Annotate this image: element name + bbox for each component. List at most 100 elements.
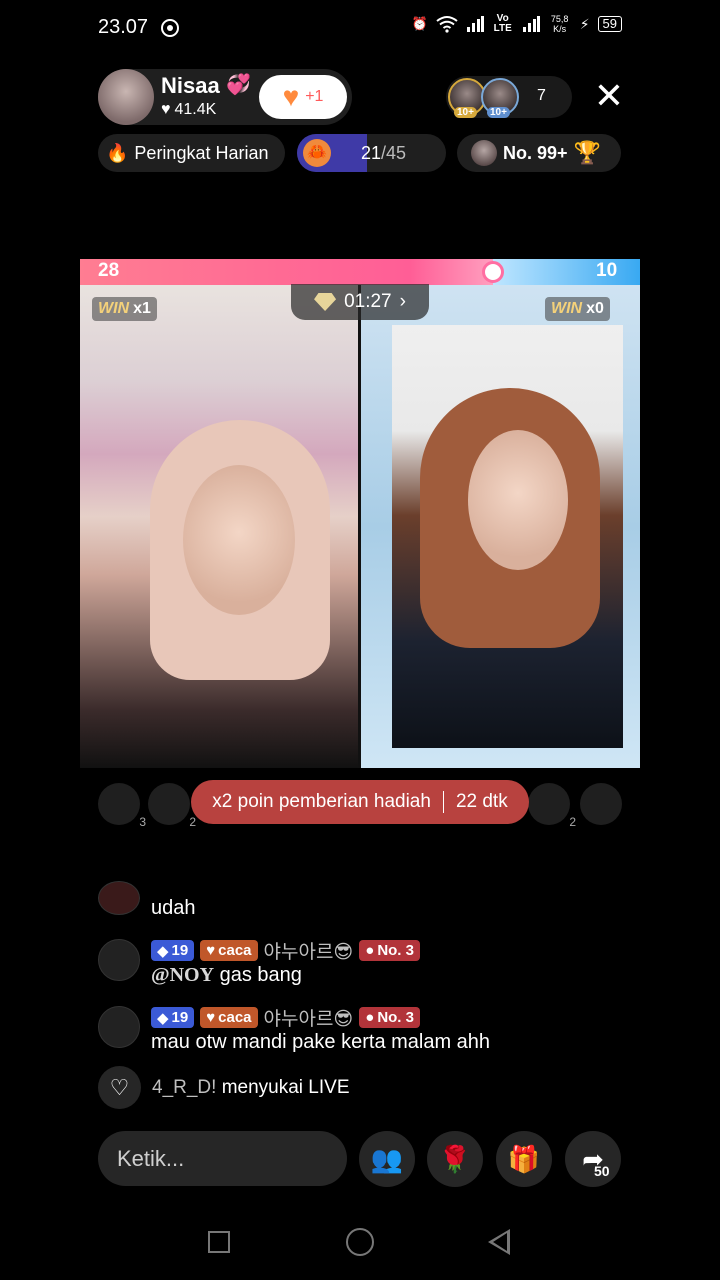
level-value: 19 [171, 1009, 189, 1026]
chat-username[interactable]: 야누아르😎 [264, 937, 354, 964]
goal-progress-chip[interactable]: 🦀 21/45 [297, 134, 446, 172]
chat-username[interactable]: 야누아르😎 [264, 1004, 354, 1031]
diamond-icon: ◆ [157, 942, 169, 960]
battle-timer[interactable]: 01:27 › [291, 284, 429, 320]
multiplier-countdown: 22 dtk [455, 791, 508, 812]
level-badge: ◆ 19 [151, 1007, 195, 1028]
host-name: Nisaa [161, 73, 220, 98]
multiplier-text: x2 poin pemberian hadiah [212, 791, 431, 812]
comment-input[interactable]: Ketik... [98, 1131, 347, 1186]
goal-icon: 🦀 [303, 139, 331, 167]
ranking-chip[interactable]: No. 99+ 🏆 [457, 134, 621, 172]
signal-icon [466, 16, 484, 32]
users-icon: 👥 [370, 1143, 404, 1174]
daily-rank-chip[interactable]: 🔥 Peringkat Harian [98, 134, 285, 172]
chat-avatar[interactable] [98, 881, 140, 915]
gifter-avatar-right-2[interactable] [580, 783, 622, 825]
chevron-right-icon: › [399, 291, 406, 312]
gifter-avatar-left-1[interactable]: 3 [98, 783, 146, 829]
right-win-badge: WIN x0 [545, 297, 610, 321]
heart-icon: ♥ [206, 1009, 216, 1026]
recents-button[interactable] [208, 1231, 230, 1253]
rank-value: No. 3 [377, 942, 414, 959]
heart-icon: ♥ [161, 101, 171, 118]
viewer-badge-2: 10+ [487, 107, 510, 118]
host-avatar[interactable] [98, 69, 154, 125]
host-likes-count: 41.4K [174, 101, 217, 118]
status-icons: ⏰ Vo LTE 75,8 K/s ⚡ 59 [411, 13, 622, 34]
network-type: Vo LTE [493, 13, 512, 34]
chat-meta: ◆ 19 ♥ caca 야누아르😎 ● No. 3 [151, 1004, 420, 1031]
right-win-label: WIN [551, 300, 583, 317]
daily-rank-label: Peringkat Harian [134, 142, 269, 163]
host-video-face [183, 465, 295, 615]
gift-icon: 🎁 [507, 1143, 541, 1174]
trophy-icon: 🏆 [573, 140, 601, 165]
top-viewer-avatar-2[interactable]: 10+ [481, 78, 519, 118]
video-divider [358, 285, 361, 768]
back-button[interactable] [488, 1229, 510, 1255]
signal-2-icon [522, 16, 540, 32]
heart-icon: ♥ [206, 942, 216, 959]
battle-score-marker [482, 261, 504, 283]
chat-mention[interactable]: @NOY [151, 964, 214, 986]
heart-outline-icon: ♡ [98, 1066, 141, 1109]
host-name-emoji: 💞 [226, 74, 251, 96]
follow-button[interactable]: ♥ +1 [259, 75, 347, 119]
chat-message-text: udah [151, 897, 196, 919]
medal-icon: ● [365, 942, 375, 959]
charging-icon: ⚡ [579, 15, 590, 32]
rank-badge: ● No. 3 [359, 940, 420, 961]
like-event-text: menyukai LIVE [221, 1076, 350, 1098]
ranking-label: No. 99+ [503, 142, 568, 163]
diamond-icon: ◆ [157, 1009, 169, 1027]
screen-record-icon [161, 19, 179, 37]
follow-plus-label: +1 [305, 88, 324, 105]
close-button[interactable]: ✕ [592, 78, 626, 114]
chat-meta: ◆ 19 ♥ caca 야누아르😎 ● No. 3 [151, 937, 420, 964]
gifter-rank: 2 [189, 815, 196, 829]
network-speed: 75,8 K/s [550, 14, 569, 34]
battle-score-right-fill [493, 259, 640, 285]
medal-icon: ● [365, 1009, 375, 1026]
chat-avatar[interactable] [98, 939, 140, 981]
rose-gift-button[interactable]: 🌹 [427, 1131, 483, 1187]
share-count: 50 [594, 1163, 610, 1179]
gifter-rank: 2 [569, 815, 576, 829]
alarm-icon: ⏰ [411, 16, 428, 31]
level-value: 19 [171, 942, 189, 959]
fan-club-badge: ♥ caca [200, 1007, 258, 1028]
opponent-video-face [468, 430, 568, 570]
like-event: ♡ 4_R_D! menyukai LIVE [98, 1066, 350, 1109]
battle-left-score: 28 [98, 260, 120, 281]
viewer-badge-1: 10+ [454, 107, 477, 118]
rank-badge: ● No. 3 [359, 1007, 420, 1028]
chat-message-body: gas bang [214, 964, 302, 986]
status-time: 23.07 [98, 16, 149, 38]
wifi-icon [436, 16, 458, 33]
chat-message-text: @NOY gas bang [151, 964, 302, 987]
battle-timer-value: 01:27 [344, 291, 392, 312]
home-button[interactable] [346, 1228, 374, 1256]
host-likes: ♥ 41.4K [161, 101, 216, 119]
gift-button[interactable]: 🎁 [496, 1131, 552, 1187]
co-host-button[interactable]: 👥 [359, 1131, 415, 1187]
heart-icon: ♥ [282, 81, 300, 112]
left-win-count: x1 [133, 300, 151, 317]
right-win-count: x0 [586, 300, 604, 317]
level-badge: ◆ 19 [151, 940, 195, 961]
chat-avatar[interactable] [98, 1006, 140, 1048]
gifter-avatar-left-2[interactable]: 2 [148, 783, 196, 829]
fan-club-name: caca [218, 942, 252, 959]
multiplier-separator [442, 791, 444, 813]
rose-icon: 🌹 [438, 1143, 472, 1174]
multiplier-banner[interactable]: x2 poin pemberian hadiah 22 dtk [191, 780, 529, 824]
fan-club-badge: ♥ caca [200, 940, 258, 961]
gifter-avatar-right-1[interactable]: 2 [528, 783, 576, 829]
goal-progress-total: /45 [381, 143, 407, 163]
goal-progress-value: 21/45 [361, 143, 406, 164]
share-button[interactable]: ➦ [565, 1131, 621, 1187]
status-bar: 23.07 ⏰ Vo LTE 75,8 K/s ⚡ 59 [0, 0, 720, 56]
like-event-user[interactable]: 4_R_D! [152, 1077, 216, 1098]
fire-icon: 🔥 [106, 142, 129, 163]
